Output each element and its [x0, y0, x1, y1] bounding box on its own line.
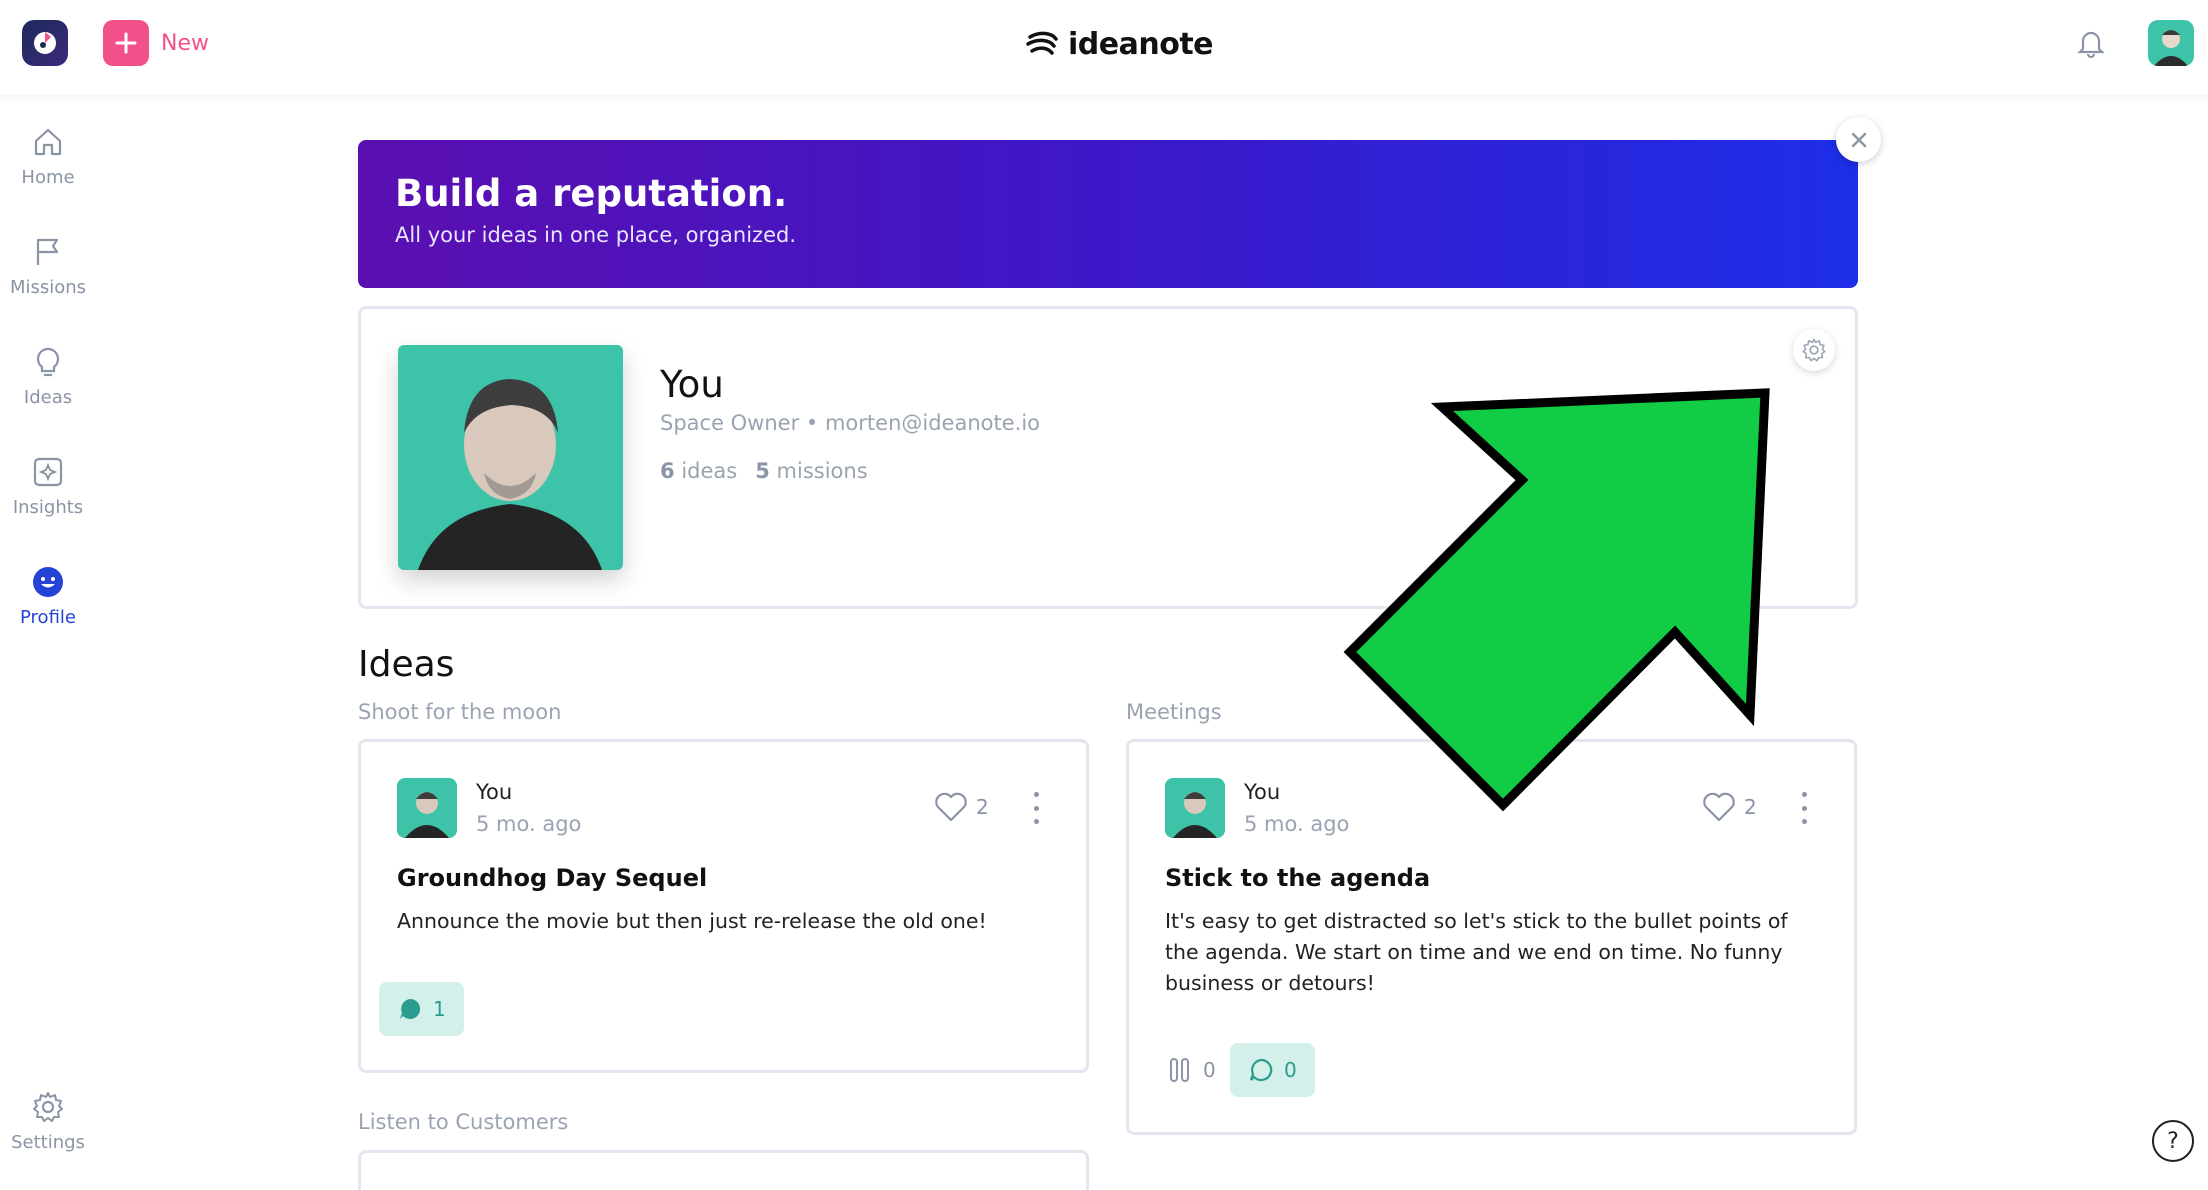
idea-card-groundhog[interactable]: You 5 mo. ago 2 Groundhog Day Sequel Ann… [358, 739, 1089, 1073]
idea-body: It's easy to get distracted so let's sti… [1165, 909, 1788, 995]
app-logo[interactable] [22, 20, 68, 66]
home-icon [34, 128, 62, 156]
sidebar-item-label: Ideas [23, 387, 73, 408]
smiley-icon [33, 567, 63, 597]
sidebar: Home Missions Ideas Insights Profile Set… [0, 95, 96, 1177]
group-label-meetings[interactable]: Meetings [1126, 700, 1222, 724]
author-avatar [397, 778, 457, 838]
top-bar: New ideanote [0, 0, 2208, 95]
comment-count: 0 [1284, 1058, 1297, 1082]
profile-stats: 6 ideas 5 missions [660, 459, 868, 483]
new-button-label: New [161, 30, 209, 56]
group-label-listen-to-customers[interactable]: Listen to Customers [358, 1110, 568, 1134]
idea-author: You [476, 780, 513, 804]
ideas-stat: 6 ideas [660, 459, 737, 483]
sidebar-item-label: Missions [9, 277, 87, 298]
like-count: 2 [976, 795, 989, 819]
more-options-icon[interactable] [1794, 792, 1814, 824]
more-options-icon[interactable] [1026, 792, 1046, 824]
help-icon: ? [2167, 1128, 2179, 1154]
sidebar-item-label: Home [21, 167, 75, 188]
banner-title: Build a reputation. [395, 172, 788, 215]
comments-button[interactable]: 1 [379, 982, 464, 1036]
vote-count: 0 [1203, 1058, 1216, 1082]
brand-name: ideanote [1068, 26, 1214, 62]
bell-icon[interactable] [2074, 26, 2108, 60]
vote-button[interactable]: 0 [1169, 1057, 1216, 1083]
insights-icon [33, 457, 63, 487]
missions-count: 5 [755, 459, 770, 483]
profile-settings-button[interactable] [1793, 329, 1835, 371]
sidebar-item-label: Settings [11, 1132, 85, 1153]
profile-name: You [660, 363, 724, 406]
banner-close-button[interactable] [1836, 117, 1881, 162]
heart-icon [935, 792, 967, 822]
profile-photo [398, 345, 623, 570]
group-label-shoot-for-the-moon[interactable]: Shoot for the moon [358, 700, 561, 724]
promo-banner: Build a reputation. All your ideas in on… [358, 140, 1858, 288]
idea-timestamp: 5 mo. ago [476, 812, 582, 836]
sidebar-item-ideas[interactable]: Ideas [0, 345, 96, 408]
ideanote-logo-icon [1026, 31, 1058, 55]
annotation-arrow [1343, 388, 1770, 812]
idea-author: You [1244, 780, 1281, 804]
new-button[interactable]: New [103, 20, 209, 66]
lightbulb-icon [36, 347, 60, 377]
idea-body: Announce the movie but then just re-rele… [397, 909, 987, 933]
profile-role-email: Space Owner • morten@ideanote.io [660, 411, 1040, 435]
comments-button[interactable]: 0 [1230, 1043, 1315, 1097]
idea-title[interactable]: Stick to the agenda [1165, 864, 1430, 892]
gear-icon [33, 1092, 63, 1122]
idea-title[interactable]: Groundhog Day Sequel [397, 864, 707, 892]
flag-icon [36, 238, 59, 265]
gear-icon [1802, 338, 1826, 362]
banner-subtitle: All your ideas in one place, organized. [395, 223, 796, 247]
idea-card-partial[interactable] [358, 1150, 1089, 1190]
sidebar-item-label: Insights [12, 497, 84, 518]
sidebar-item-home[interactable]: Home [0, 125, 96, 188]
sidebar-item-label: Profile [20, 607, 76, 628]
vote-icon [1170, 1058, 1189, 1082]
idea-timestamp: 5 mo. ago [1244, 812, 1350, 836]
comment-icon [400, 998, 421, 1019]
ideas-section-title: Ideas [358, 644, 455, 685]
user-avatar[interactable] [2148, 20, 2194, 66]
like-button[interactable]: 2 [934, 792, 989, 822]
ideas-label: ideas [681, 459, 738, 483]
plus-icon [103, 20, 149, 66]
comment-icon [1249, 1058, 1273, 1082]
missions-stat: 5 missions [755, 459, 867, 483]
brand-logo: ideanote [1026, 24, 1214, 64]
sidebar-item-insights[interactable]: Insights [0, 455, 96, 518]
ideas-count: 6 [660, 459, 675, 483]
sidebar-item-settings[interactable]: Settings [0, 1090, 96, 1153]
help-button[interactable]: ? [2152, 1120, 2194, 1162]
sidebar-item-profile[interactable]: Profile [0, 565, 96, 628]
unicorn-icon [34, 32, 56, 54]
missions-label: missions [776, 459, 868, 483]
sidebar-item-missions[interactable]: Missions [0, 235, 96, 298]
close-icon [1851, 132, 1866, 147]
author-avatar [1165, 778, 1225, 838]
comment-count: 1 [433, 997, 446, 1021]
